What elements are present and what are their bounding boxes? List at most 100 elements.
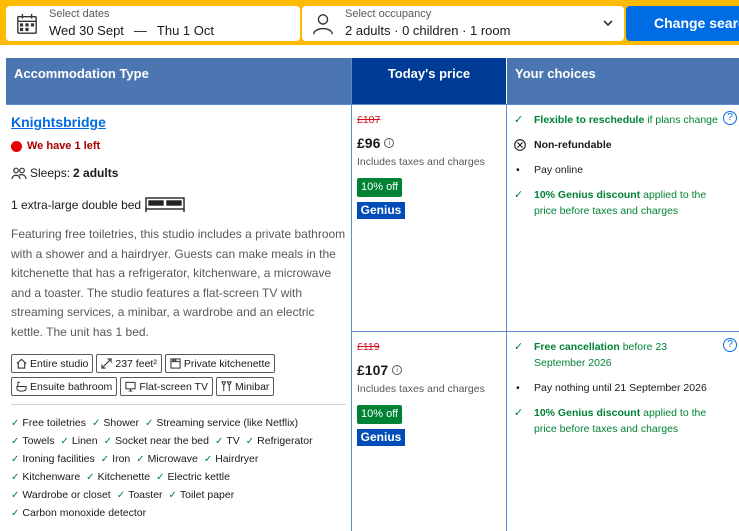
list-item: ✓ Free toiletries (11, 417, 86, 429)
bed-icon (145, 197, 185, 212)
occupancy-picker[interactable]: Select occupancy 2 adults · 0 children ·… (302, 6, 624, 41)
choice-strong: 10% Genius discount (534, 407, 641, 419)
choice-non-refundable: Non-refundable (514, 137, 719, 153)
amenities-list: ✓ Free toiletries ✓ Shower ✓ Streaming serv… (11, 414, 351, 522)
date-picker[interactable]: Select dates Wed 30 Sept — Thu 1 Oct (6, 6, 300, 41)
amenity-label: Linen (71, 435, 98, 447)
check-icon: ✓ (514, 114, 524, 126)
glasses-icon (221, 381, 232, 392)
chip-label: Ensuite bathroom (30, 380, 113, 393)
choice-free-cancellation: ✓ Free cancellation before 23 September … (514, 339, 719, 371)
genius-badge: Genius (357, 202, 405, 219)
person-icon (313, 14, 333, 35)
sleeps-info: Sleeps: 2 adults (11, 166, 118, 180)
availability-badge: We have 1 left (11, 140, 100, 152)
choice-text: Flexible to reschedule if plans change (534, 112, 718, 128)
list-item: ✓ Linen (61, 435, 98, 447)
amenity-label: Shower (103, 417, 139, 429)
availability-text: We have 1 left (27, 140, 101, 152)
check-icon: ✓ (100, 453, 110, 465)
check-icon: ✓ (203, 453, 213, 465)
help-icon[interactable]: ? (723, 111, 737, 125)
check-icon: ✓ (514, 189, 524, 201)
amenity-label: Kitchenette (97, 471, 151, 483)
original-price: £119 (357, 341, 380, 353)
help-icon[interactable]: ? (723, 338, 737, 352)
chip-label: Private kitchenette (183, 357, 271, 370)
amenity-label: TV (226, 435, 240, 447)
room-name-link[interactable]: Knightsbridge (11, 114, 106, 130)
change-search-button[interactable]: Change search (626, 6, 739, 41)
check-in-date: Wed 30 Sept (49, 23, 124, 38)
list-item: ✓ Ironing facilities (11, 453, 95, 465)
amenity-label: Socket near the bed (114, 435, 209, 447)
check-icon: ✓ (11, 453, 20, 465)
divider (352, 331, 739, 332)
column-header-price: Today's price (352, 58, 506, 104)
choice-pay-later: • Pay nothing until 21 September 2026 (514, 380, 719, 396)
list-item: ✓ Kitchenware (11, 471, 80, 483)
dates-label: Select dates (49, 8, 110, 20)
chip-label: 237 feet² (115, 357, 157, 370)
list-item: ✓ Electric kettle (156, 471, 230, 483)
choice-rest: if plans change (644, 114, 718, 126)
dates-value: Wed 30 Sept — Thu 1 Oct (49, 23, 214, 38)
amenity-label: Kitchenware (22, 471, 81, 483)
no-refund-icon (514, 139, 526, 151)
current-price: £107 i (357, 362, 502, 378)
choice-strong: 10% Genius discount (534, 189, 641, 201)
taxes-note: Includes taxes and charges (357, 156, 485, 168)
chip-label: Minibar (234, 380, 270, 393)
list-item: ✓ Refrigerator (246, 435, 313, 447)
room-description: Featuring free toiletries, this studio i… (11, 227, 346, 339)
offer-2-price: £119 £107 i Includes taxes and charges 1… (357, 341, 502, 446)
choice-strong: Free cancellation (534, 341, 620, 353)
amenity-label: Towels (22, 435, 55, 447)
occupancy-label: Select occupancy (345, 8, 432, 20)
chip-entire-studio: Entire studio (11, 354, 94, 373)
list-item: ✓ Toilet paper (169, 489, 235, 501)
chip-minibar: Minibar (215, 377, 275, 396)
price-value: £96 (357, 135, 381, 151)
check-icon: ✓ (168, 489, 177, 501)
check-icon: ✓ (11, 417, 20, 429)
discount-badge: 10% off (357, 178, 403, 197)
people-icon (11, 167, 27, 179)
choice-text: Pay online (534, 164, 584, 176)
sleeps-label: Sleeps: (30, 166, 71, 180)
amenity-label: Toilet paper (179, 489, 235, 501)
list-item: ✓ Hairdryer (204, 453, 259, 465)
amenity-label: Toaster (128, 489, 163, 501)
list-item: ✓ Towels (11, 435, 55, 447)
check-icon: ✓ (145, 417, 154, 429)
amenity-label: Carbon monoxide detector (22, 507, 147, 519)
sleeps-value: 2 adults (73, 166, 119, 180)
choice-strong: Flexible to reschedule (534, 114, 645, 126)
discount-badge: 10% off (357, 405, 403, 424)
divider (11, 404, 346, 405)
choice-text: 10% Genius discount applied to the price… (534, 187, 719, 219)
amenity-label: Electric kettle (167, 471, 230, 483)
house-icon (16, 358, 27, 369)
info-icon[interactable]: i (392, 365, 403, 375)
size-icon (101, 358, 113, 369)
bullet: • (516, 164, 520, 176)
offer-1-choices: ✓ Flexible to reschedule if plans change… (514, 112, 719, 228)
offer-1-price: £107 £96 i Includes taxes and charges 10… (357, 114, 502, 219)
check-icon: ✓ (11, 489, 20, 501)
chevron-down-icon (603, 20, 613, 27)
info-icon[interactable]: i (384, 138, 395, 148)
date-separator: — (133, 23, 147, 38)
bullet: • (516, 382, 520, 394)
alert-dot-icon (11, 140, 22, 152)
choice-genius-discount: ✓ 10% Genius discount applied to the pri… (514, 187, 719, 219)
taxes-note: Includes taxes and charges (357, 383, 485, 395)
occupancy-value: 2 adults · 0 children · 1 room (345, 23, 511, 38)
check-icon: ✓ (60, 435, 69, 447)
choice-genius-discount: ✓ 10% Genius discount applied to the pri… (514, 405, 719, 437)
check-icon: ✓ (136, 453, 145, 465)
check-icon: ✓ (514, 341, 524, 353)
check-icon: ✓ (92, 417, 101, 429)
list-item: ✓ Socket near the bed (104, 435, 209, 447)
choice-text: Non-refundable (534, 139, 612, 151)
